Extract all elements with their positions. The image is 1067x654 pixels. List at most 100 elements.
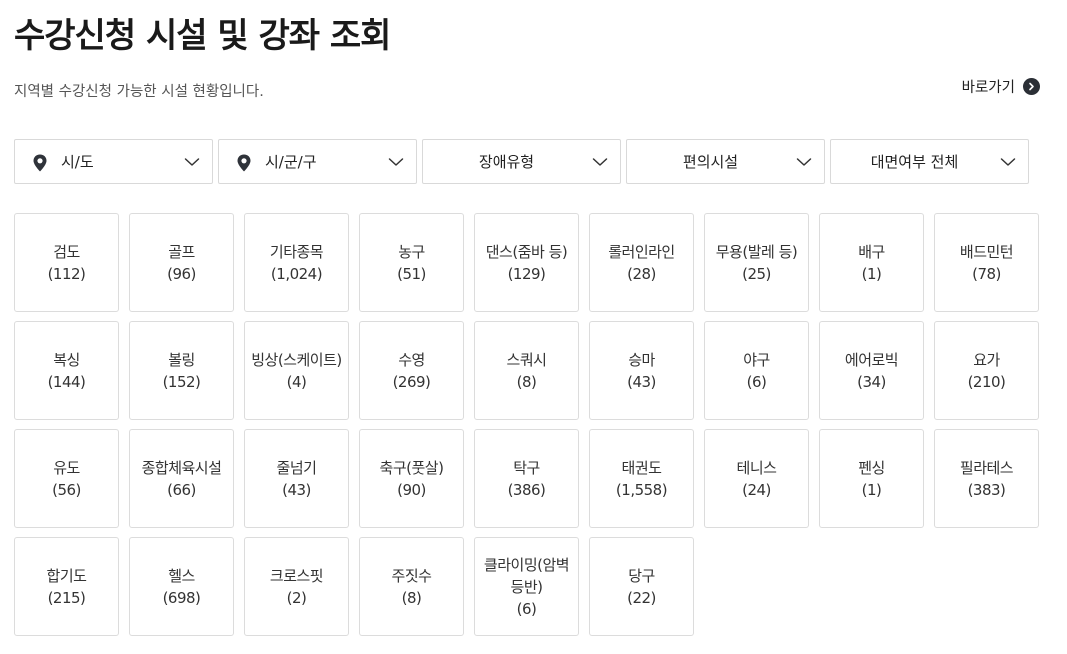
category-tile[interactable]: 요가 (210)	[934, 321, 1039, 420]
category-tile[interactable]: 스쿼시 (8)	[474, 321, 579, 420]
category-name: 댄스(줌바 등)	[485, 242, 568, 261]
category-name: 크로스핏	[269, 566, 324, 585]
category-tile[interactable]: 당구 (22)	[589, 537, 694, 636]
category-tile[interactable]: 클라이밍(암벽등반) (6)	[474, 537, 579, 636]
chevron-down-icon	[184, 158, 200, 166]
category-tile[interactable]: 헬스 (698)	[129, 537, 234, 636]
shortcut-label: 바로가기	[961, 80, 1015, 96]
in-person-select[interactable]: 대면여부 전체	[830, 139, 1029, 184]
category-tile[interactable]: 배드민턴 (78)	[934, 213, 1039, 312]
amenities-select-label: 편의시설	[682, 153, 739, 171]
category-tile[interactable]: 무용(발레 등) (25)	[704, 213, 809, 312]
sido-select-label: 시/도	[61, 153, 94, 171]
category-name: 에어로빅	[844, 350, 899, 369]
sigungu-select[interactable]: 시/군/구	[218, 139, 417, 184]
category-tile[interactable]: 배구 (1)	[819, 213, 924, 312]
category-count: (34)	[857, 372, 886, 391]
category-name: 클라이밍(암벽등반)	[483, 555, 570, 596]
category-name: 필라테스	[959, 458, 1014, 477]
category-count: (210)	[967, 372, 1006, 391]
category-tile[interactable]: 주짓수 (8)	[359, 537, 464, 636]
amenities-select[interactable]: 편의시설	[626, 139, 825, 184]
category-count: (78)	[972, 264, 1001, 283]
category-tile[interactable]: 농구 (51)	[359, 213, 464, 312]
category-count: (6)	[746, 372, 767, 391]
category-grid: 검도 (112) 골프 (96) 기타종목 (1,024) 농구 (51) 댄스(줌바 등) (1…	[14, 213, 1039, 636]
category-name: 수영	[398, 350, 425, 369]
chevron-down-icon	[796, 158, 812, 166]
category-tile[interactable]: 줄넘기 (43)	[244, 429, 349, 528]
category-count: (56)	[52, 480, 81, 499]
category-count: (25)	[742, 264, 771, 283]
chevron-down-icon	[592, 158, 608, 166]
in-person-select-label: 대면여부 전체	[870, 153, 959, 171]
category-tile[interactable]: 검도 (112)	[14, 213, 119, 312]
category-count: (43)	[282, 480, 311, 499]
category-name: 야구	[743, 350, 770, 369]
category-name: 볼링	[168, 350, 195, 369]
category-count: (129)	[507, 264, 546, 283]
category-name: 당구	[628, 566, 655, 585]
category-tile[interactable]: 댄스(줌바 등) (129)	[474, 213, 579, 312]
category-name: 배구	[858, 242, 885, 261]
category-name: 기타종목	[269, 242, 324, 261]
category-tile[interactable]: 축구(풋살) (90)	[359, 429, 464, 528]
category-tile[interactable]: 합기도 (215)	[14, 537, 119, 636]
category-tile[interactable]: 에어로빅 (34)	[819, 321, 924, 420]
category-name: 종합체육시설	[141, 458, 222, 477]
page-title: 수강신청 시설 및 강좌 조회	[14, 16, 391, 56]
category-count: (698)	[162, 588, 201, 607]
category-tile[interactable]: 승마 (43)	[589, 321, 694, 420]
category-tile[interactable]: 기타종목 (1,024)	[244, 213, 349, 312]
category-tile[interactable]: 태권도 (1,558)	[589, 429, 694, 528]
sigungu-select-label: 시/군/구	[265, 153, 317, 171]
page-subtitle: 지역별 수강신청 가능한 시설 현황입니다.	[14, 84, 264, 100]
category-tile[interactable]: 야구 (6)	[704, 321, 809, 420]
chevron-down-icon	[1000, 158, 1016, 166]
category-count: (4)	[286, 372, 307, 391]
category-count: (1,024)	[270, 264, 323, 283]
shortcut-link[interactable]: 바로가기	[962, 76, 1040, 97]
category-count: (1)	[861, 264, 882, 283]
chevron-down-icon	[388, 158, 404, 166]
category-name: 스쿼시	[506, 350, 547, 369]
category-name: 축구(풋살)	[379, 458, 444, 477]
category-tile[interactable]: 골프 (96)	[129, 213, 234, 312]
category-count: (8)	[401, 588, 422, 607]
category-tile[interactable]: 펜싱 (1)	[819, 429, 924, 528]
category-tile[interactable]: 롤러인라인 (28)	[589, 213, 694, 312]
category-tile[interactable]: 크로스핏 (2)	[244, 537, 349, 636]
category-tile[interactable]: 볼링 (152)	[129, 321, 234, 420]
category-tile[interactable]: 필라테스 (383)	[934, 429, 1039, 528]
category-name: 주짓수	[391, 566, 432, 585]
category-tile[interactable]: 수영 (269)	[359, 321, 464, 420]
category-count: (51)	[397, 264, 426, 283]
category-name: 무용(발레 등)	[715, 242, 798, 261]
category-name: 검도	[53, 242, 80, 261]
category-count: (269)	[392, 372, 431, 391]
category-name: 복싱	[53, 350, 80, 369]
category-name: 줄넘기	[276, 458, 317, 477]
category-tile[interactable]: 복싱 (144)	[14, 321, 119, 420]
category-tile[interactable]: 빙상(스케이트) (4)	[244, 321, 349, 420]
category-tile[interactable]: 종합체육시설 (66)	[129, 429, 234, 528]
location-pin-icon	[237, 154, 251, 172]
sido-select[interactable]: 시/도	[14, 139, 213, 184]
category-tile[interactable]: 탁구 (386)	[474, 429, 579, 528]
category-count: (22)	[627, 588, 656, 607]
category-name: 농구	[398, 242, 425, 261]
disability-type-select[interactable]: 장애유형	[422, 139, 621, 184]
category-count: (28)	[627, 264, 656, 283]
category-count: (8)	[516, 372, 537, 391]
category-name: 헬스	[168, 566, 195, 585]
chevron-right-circle-icon	[1023, 78, 1040, 95]
category-tile[interactable]: 테니스 (24)	[704, 429, 809, 528]
category-count: (215)	[47, 588, 86, 607]
category-count: (2)	[286, 588, 307, 607]
category-name: 테니스	[736, 458, 777, 477]
category-tile[interactable]: 유도 (56)	[14, 429, 119, 528]
category-name: 유도	[53, 458, 80, 477]
category-name: 탁구	[513, 458, 540, 477]
category-count: (112)	[47, 264, 86, 283]
location-pin-icon	[33, 154, 47, 172]
